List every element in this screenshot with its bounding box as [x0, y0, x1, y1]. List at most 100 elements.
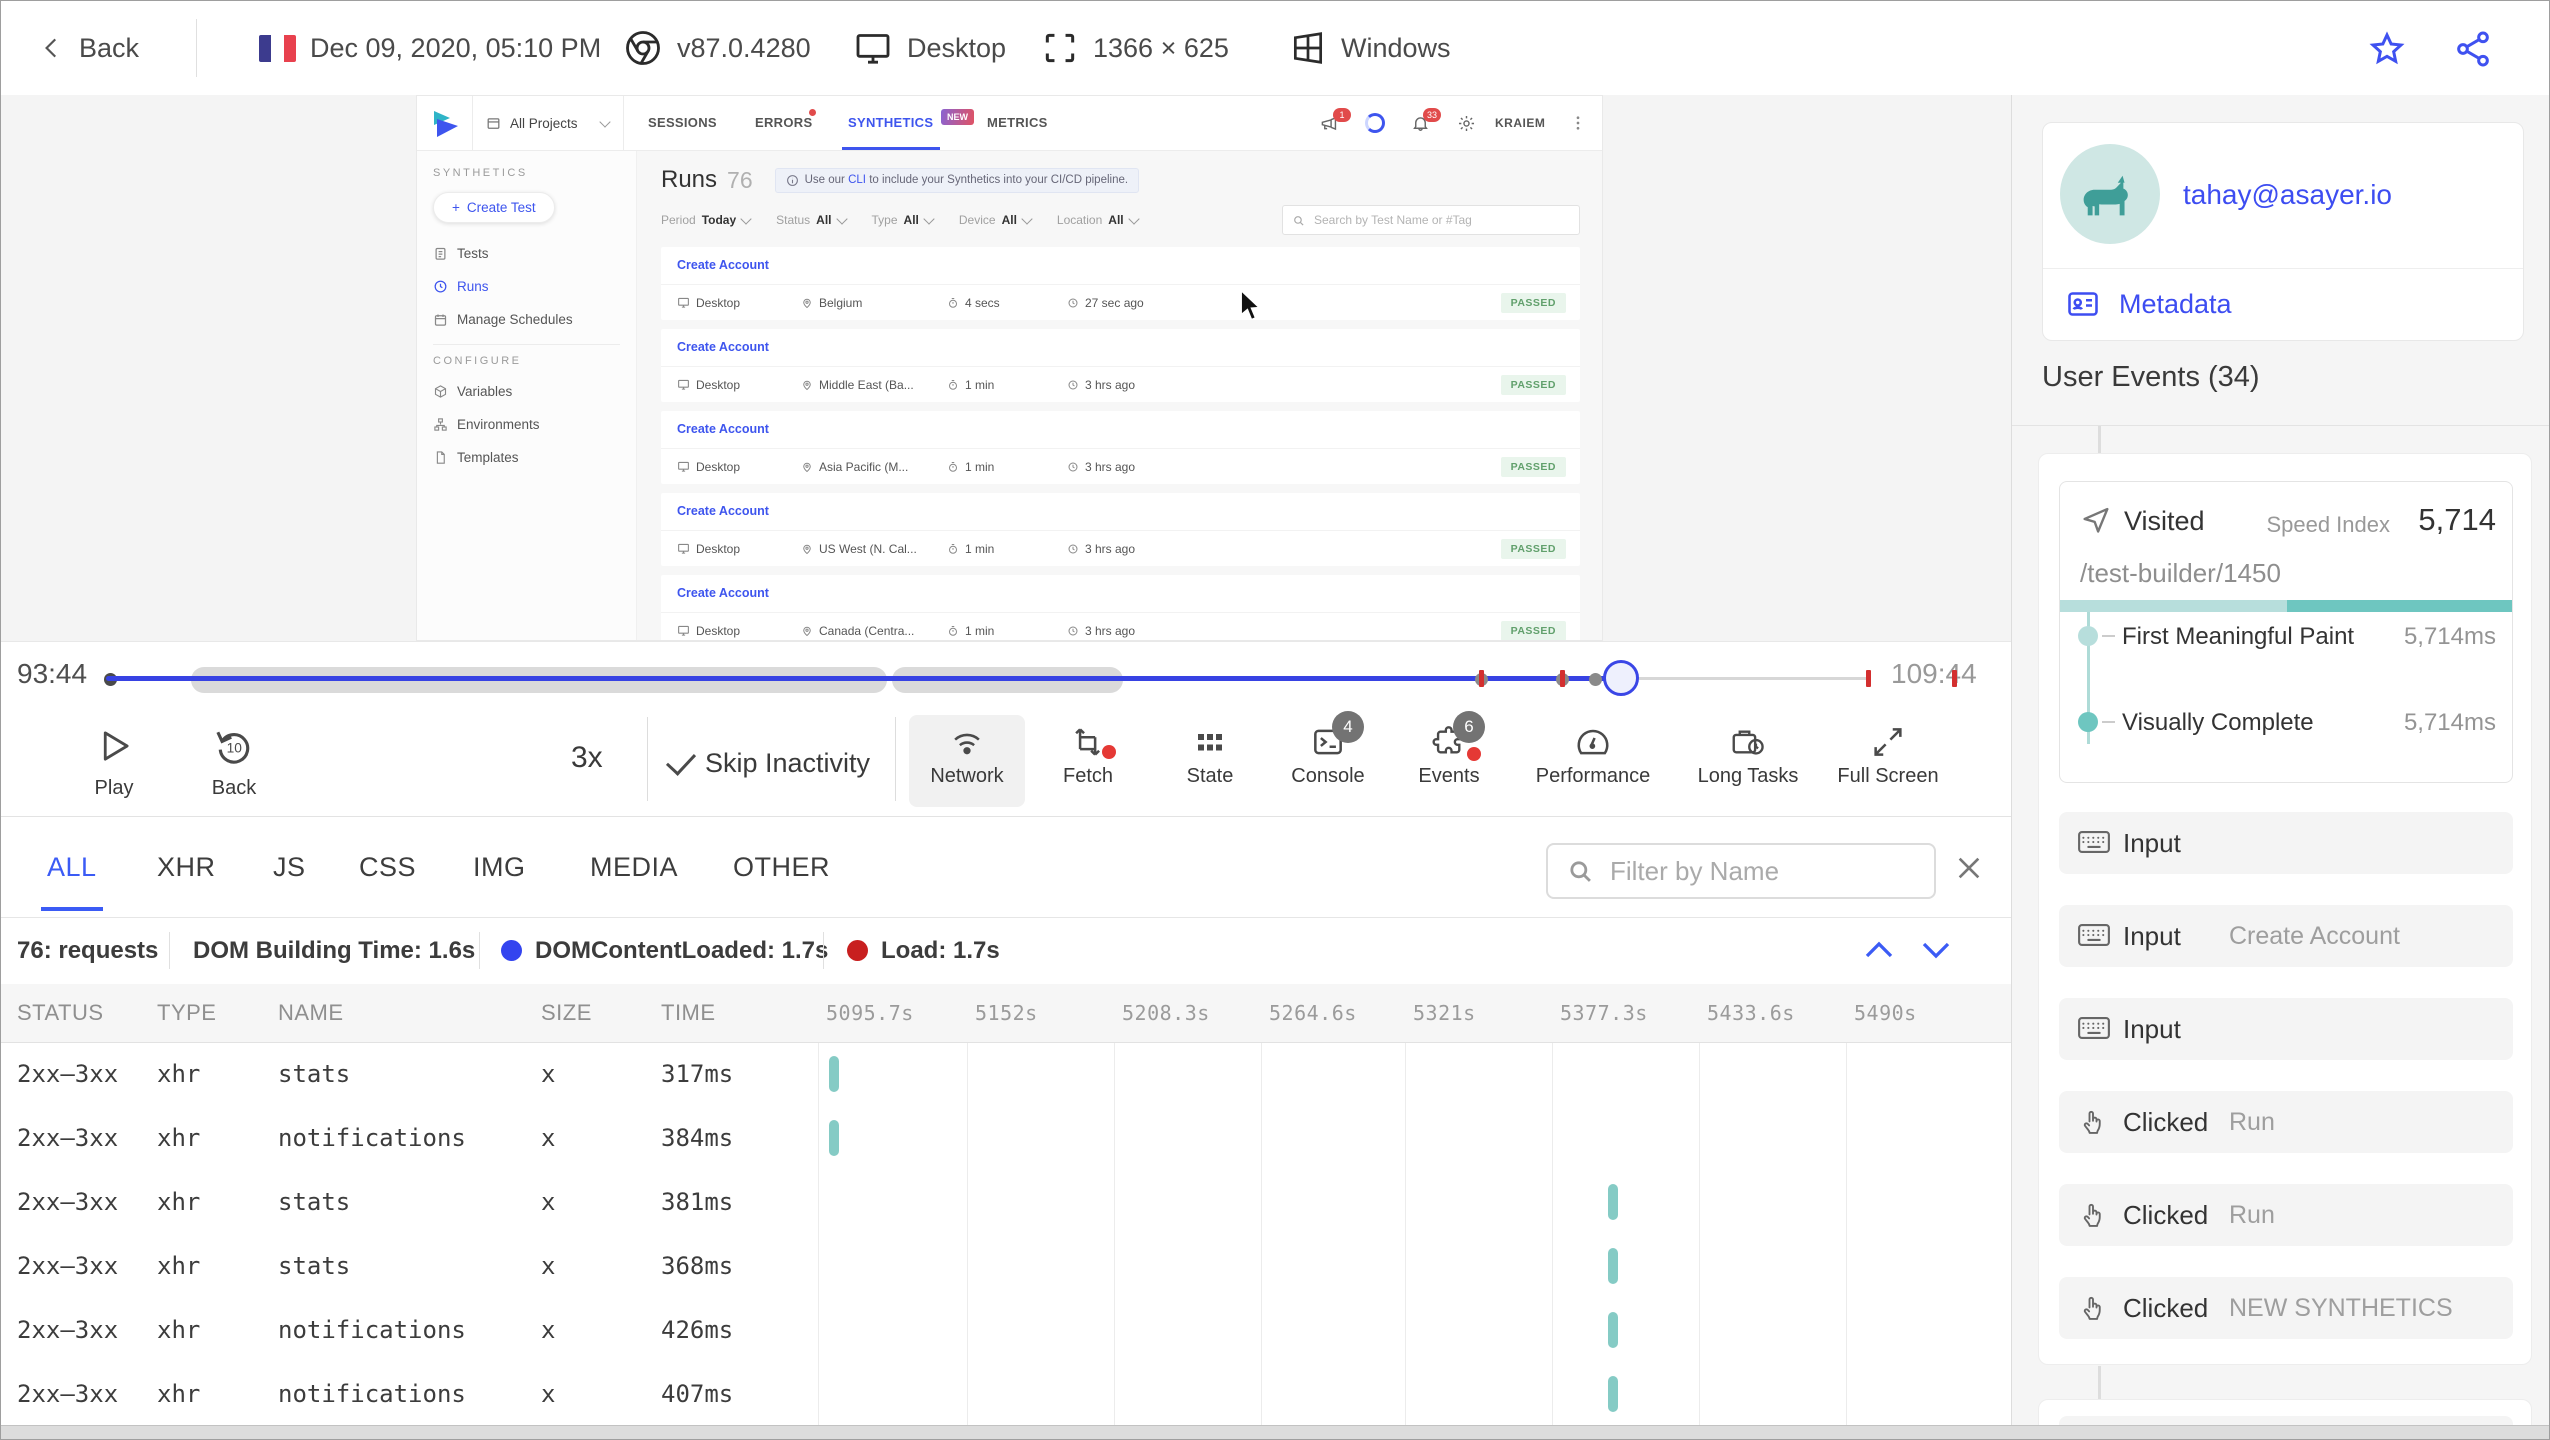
- network-summary: 76: requests DOM Building Time: 1.6s DOM…: [1, 917, 2011, 985]
- error-marker[interactable]: [1866, 670, 1871, 687]
- time-tick: 5095.7s: [826, 1001, 914, 1025]
- waterfall-bar: [829, 1056, 839, 1092]
- metric-value: 5,714ms: [2403, 623, 2496, 650]
- waterfall-bar: [829, 1120, 839, 1156]
- request-row[interactable]: 2xx–3xx xhr notifications x 384ms: [1, 1106, 2011, 1170]
- kebab-menu-icon[interactable]: [1569, 114, 1587, 132]
- event-clicked[interactable]: Clicked NEW SYNTHETICS: [2059, 1277, 2513, 1339]
- run-name[interactable]: Create Account: [661, 575, 1580, 613]
- domcontentloaded-dot: [501, 940, 522, 961]
- run-row[interactable]: Create Account Desktop Canada (Centra...…: [661, 575, 1580, 640]
- error-marker[interactable]: [1560, 670, 1565, 687]
- create-test-button[interactable]: + Create Test: [433, 192, 555, 223]
- filter-location[interactable]: Location All: [1057, 212, 1140, 227]
- play-button[interactable]: Play: [69, 723, 159, 800]
- panel-network[interactable]: Network: [909, 715, 1025, 807]
- top-bar: Back Dec 09, 2020, 05:10 PM v87.0.4280 D…: [1, 1, 2549, 96]
- filter-device[interactable]: Device All: [959, 212, 1033, 227]
- bottom-scrollbar[interactable]: [1, 1425, 2549, 1439]
- request-row[interactable]: 2xx–3xx xhr notifications x 426ms: [1, 1298, 2011, 1362]
- chevron-up-icon[interactable]: [1861, 935, 1897, 965]
- gear-icon[interactable]: [1457, 114, 1476, 133]
- tab-css[interactable]: CSS: [359, 817, 416, 917]
- sidebar-item-environments[interactable]: Environments: [433, 408, 636, 441]
- chevron-down-icon[interactable]: [1918, 935, 1954, 965]
- panel-long-tasks[interactable]: Long Tasks: [1683, 715, 1813, 807]
- project-selector[interactable]: All Projects: [472, 96, 624, 150]
- event-clicked[interactable]: Clicked Run: [2059, 1091, 2513, 1153]
- event-input[interactable]: Input: [2059, 998, 2513, 1060]
- run-row[interactable]: Create Account Desktop US West (N. Cal..…: [661, 493, 1580, 566]
- speed-toggle[interactable]: 3x: [571, 741, 603, 775]
- file-icon: [433, 450, 448, 465]
- tab-other[interactable]: OTHER: [733, 817, 830, 917]
- cli-link[interactable]: CLI: [848, 174, 866, 186]
- metadata-button[interactable]: Metadata: [2065, 286, 2232, 322]
- favorite-star-icon[interactable]: [2367, 29, 2407, 69]
- user-menu[interactable]: KRAIEM: [1495, 96, 1545, 150]
- run-name[interactable]: Create Account: [661, 329, 1580, 367]
- tab-sessions[interactable]: SESSIONS: [648, 96, 717, 150]
- sidebar-item-manage-schedules[interactable]: Manage Schedules: [433, 303, 636, 336]
- request-row[interactable]: 2xx–3xx xhr stats x 317ms: [1, 1042, 2011, 1106]
- tab-metrics[interactable]: METRICS: [987, 96, 1048, 150]
- user-email-link[interactable]: tahay@asayer.io: [2183, 179, 2392, 211]
- panel-events[interactable]: 6 Events: [1391, 711, 1507, 807]
- error-marker[interactable]: [1479, 670, 1484, 687]
- close-icon[interactable]: [1953, 852, 1985, 884]
- run-row[interactable]: Create Account Desktop Middle East (Ba..…: [661, 329, 1580, 402]
- sidebar-item-tests[interactable]: Tests: [433, 237, 636, 270]
- event-input[interactable]: Input: [2059, 812, 2513, 874]
- back-10s-button[interactable]: 10 Back: [189, 723, 279, 800]
- sidebar-item-runs[interactable]: Runs: [433, 270, 636, 303]
- error-marker[interactable]: [1952, 670, 1957, 687]
- visited-url: /test-builder/1450: [2080, 558, 2281, 588]
- back-button[interactable]: Back: [39, 1, 139, 95]
- panel-full-screen[interactable]: Full Screen: [1823, 715, 1953, 807]
- col-size: SIZE: [541, 1000, 592, 1025]
- divider: [169, 932, 170, 969]
- filter-status[interactable]: Status All: [776, 212, 848, 227]
- run-name[interactable]: Create Account: [661, 247, 1580, 285]
- tab-media[interactable]: MEDIA: [590, 817, 678, 917]
- event-clicked[interactable]: Clicked Run: [2059, 1184, 2513, 1246]
- test-search-input[interactable]: [1312, 212, 1579, 228]
- event-dot[interactable]: [1589, 673, 1602, 686]
- panel-console[interactable]: 4 Console: [1270, 711, 1386, 807]
- sidebar-item-variables[interactable]: Variables: [433, 375, 636, 408]
- skip-inactivity-toggle[interactable]: Skip Inactivity: [665, 745, 870, 780]
- sidebar-item-templates[interactable]: Templates: [433, 441, 636, 474]
- time-tick: 5152s: [975, 1001, 1038, 1025]
- tab-xhr[interactable]: XHR: [157, 817, 216, 917]
- request-row[interactable]: 2xx–3xx xhr notifications x 407ms: [1, 1362, 2011, 1426]
- pointer-hand-icon: [2077, 1199, 2107, 1231]
- time-tick: 5433.6s: [1707, 1001, 1795, 1025]
- tab-all[interactable]: ALL: [41, 817, 103, 917]
- stopwatch-icon: [949, 461, 957, 472]
- panel-performance[interactable]: Performance: [1525, 715, 1661, 807]
- request-row[interactable]: 2xx–3xx xhr stats x 381ms: [1, 1170, 2011, 1234]
- tab-img[interactable]: IMG: [473, 817, 526, 917]
- panel-fetch[interactable]: Fetch: [1030, 715, 1146, 807]
- share-icon[interactable]: [2453, 29, 2493, 69]
- filter-type[interactable]: Type All: [872, 212, 935, 227]
- playhead-knob[interactable]: [1603, 660, 1639, 696]
- timeline-end-time: 109:44: [1891, 658, 1977, 689]
- tab-js[interactable]: JS: [273, 817, 306, 917]
- filter-by-name-input[interactable]: [1608, 854, 1947, 888]
- filter-period[interactable]: Period Today: [661, 212, 752, 227]
- visited-event-card[interactable]: Visited Speed Index 5,714 /test-builder/…: [2059, 481, 2513, 783]
- request-row[interactable]: 2xx–3xx xhr stats x 368ms: [1, 1234, 2011, 1298]
- tab-errors[interactable]: ERRORS: [755, 96, 812, 150]
- event-input[interactable]: Input Create Account: [2059, 905, 2513, 967]
- run-name[interactable]: Create Account: [661, 493, 1580, 531]
- run-row[interactable]: Create Account Desktop Belgium 4 secs 27…: [661, 247, 1580, 320]
- run-name[interactable]: Create Account: [661, 411, 1580, 449]
- run-row[interactable]: Create Account Desktop Asia Pacific (M..…: [661, 411, 1580, 484]
- timeline-connector: [2098, 1366, 2101, 1399]
- waterfall-bar: [1608, 1312, 1618, 1348]
- location-pin-icon: [803, 462, 811, 472]
- panel-state[interactable]: State: [1152, 715, 1268, 807]
- tab-synthetics[interactable]: SYNTHETICS: [848, 96, 933, 150]
- playback-timeline[interactable]: 93:44 109:44: [1, 641, 2011, 704]
